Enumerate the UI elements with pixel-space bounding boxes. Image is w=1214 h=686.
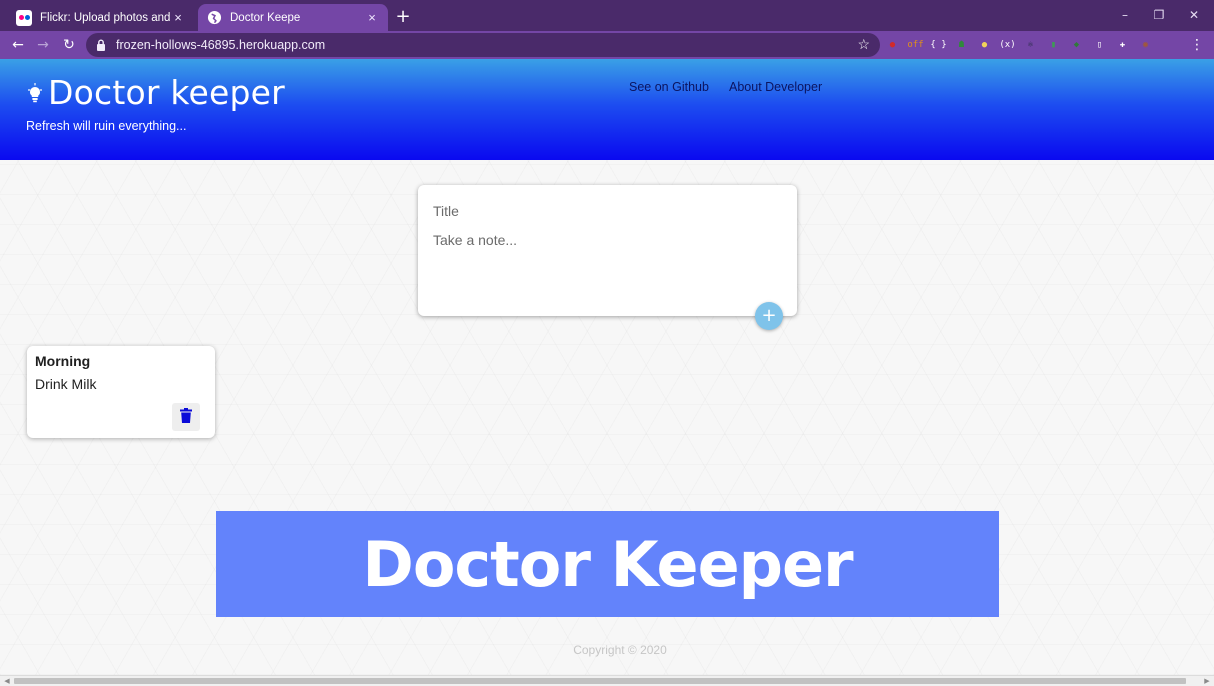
scroll-left-icon[interactable]: ◀ xyxy=(1,676,13,686)
react-devtools-icon[interactable]: ⚛ xyxy=(1022,37,1039,54)
adblock-icon[interactable]: ● xyxy=(884,37,901,54)
egg-icon[interactable]: ● xyxy=(976,37,993,54)
note-content-textarea[interactable]: Take a note... xyxy=(433,232,517,248)
tab-doctor-keeper[interactable]: Doctor Keepe × xyxy=(198,4,388,31)
url-text: frozen-hollows-46895.herokuapp.com xyxy=(116,38,326,52)
browser-menu-icon[interactable]: ⋮ xyxy=(1186,34,1208,56)
trash-icon xyxy=(180,407,192,427)
see-on-github-link[interactable]: See on Github xyxy=(629,80,709,94)
note-card: Morning Drink Milk xyxy=(27,346,215,438)
add-note-button[interactable]: + xyxy=(755,302,783,330)
brand-logo[interactable]: Doctor keeper xyxy=(28,73,285,112)
json-viewer-icon[interactable]: { } xyxy=(930,37,947,54)
new-tab-button[interactable]: + xyxy=(392,6,414,28)
flickr-icon xyxy=(16,9,32,26)
browser-toolbar: ← → ↻ frozen-hollows-46895.herokuapp.com… xyxy=(0,31,1214,59)
minimize-button[interactable]: – xyxy=(1108,0,1142,31)
profile-avatar-icon[interactable]: ◉ xyxy=(1137,37,1154,54)
globe-icon xyxy=(206,10,222,26)
doctor-keeper-banner: Doctor Keeper xyxy=(216,511,999,617)
footer-copyright: Copyright © 2020 xyxy=(573,643,667,657)
cube-icon[interactable]: ◆ xyxy=(1068,37,1085,54)
banner-text: Doctor Keeper xyxy=(362,527,853,601)
reload-button[interactable]: ↻ xyxy=(58,34,80,56)
extensions-area: ● off { } ☗ ● (x) ⚛ ▮ ◆ ▯ ✚ ◉ xyxy=(884,35,1154,55)
forward-button[interactable]: → xyxy=(32,34,54,56)
close-window-button[interactable]: ✕ xyxy=(1177,0,1211,31)
scrollbar-thumb[interactable] xyxy=(14,678,1186,684)
app-title: Doctor keeper xyxy=(48,73,285,112)
bottle-icon[interactable]: ▮ xyxy=(1045,37,1062,54)
lightbulb-icon xyxy=(28,82,42,103)
browser-tab-strip: Flickr: Upload photos and videos × Docto… xyxy=(0,0,1214,31)
coupon-icon[interactable]: off xyxy=(907,37,924,54)
lock-icon xyxy=(94,39,108,51)
reader-icon[interactable]: ▯ xyxy=(1091,37,1108,54)
tab-title: Flickr: Upload photos and videos xyxy=(40,11,170,24)
restore-button[interactable]: ❐ xyxy=(1142,0,1176,31)
note-content: Drink Milk xyxy=(35,376,97,392)
back-button[interactable]: ← xyxy=(7,34,29,56)
bookmark-star-icon[interactable]: ☆ xyxy=(857,36,870,53)
create-note-form: Title Take a note... xyxy=(418,185,797,316)
scroll-right-icon[interactable]: ▶ xyxy=(1201,676,1213,686)
about-developer-link[interactable]: About Developer xyxy=(729,80,822,94)
app-header: Doctor keeper Refresh will ruin everythi… xyxy=(0,59,1214,160)
tab-close-icon[interactable]: × xyxy=(364,10,380,25)
tab-close-icon[interactable]: × xyxy=(170,10,186,25)
address-bar[interactable]: frozen-hollows-46895.herokuapp.com ☆ xyxy=(86,33,880,57)
puzzle-icon[interactable]: ✚ xyxy=(1114,37,1131,54)
app-tagline: Refresh will ruin everything... xyxy=(26,119,187,133)
variable-icon[interactable]: (x) xyxy=(999,37,1016,54)
delete-note-button[interactable] xyxy=(172,403,200,431)
tab-flickr[interactable]: Flickr: Upload photos and videos × xyxy=(8,4,194,31)
web-page: Doctor keeper Refresh will ruin everythi… xyxy=(0,59,1214,675)
note-title: Morning xyxy=(35,353,91,369)
horizontal-scrollbar[interactable]: ◀ ▶ xyxy=(0,675,1214,686)
tab-title: Doctor Keepe xyxy=(230,11,301,24)
note-title-input[interactable]: Title xyxy=(433,203,459,219)
agent-icon[interactable]: ☗ xyxy=(953,37,970,54)
